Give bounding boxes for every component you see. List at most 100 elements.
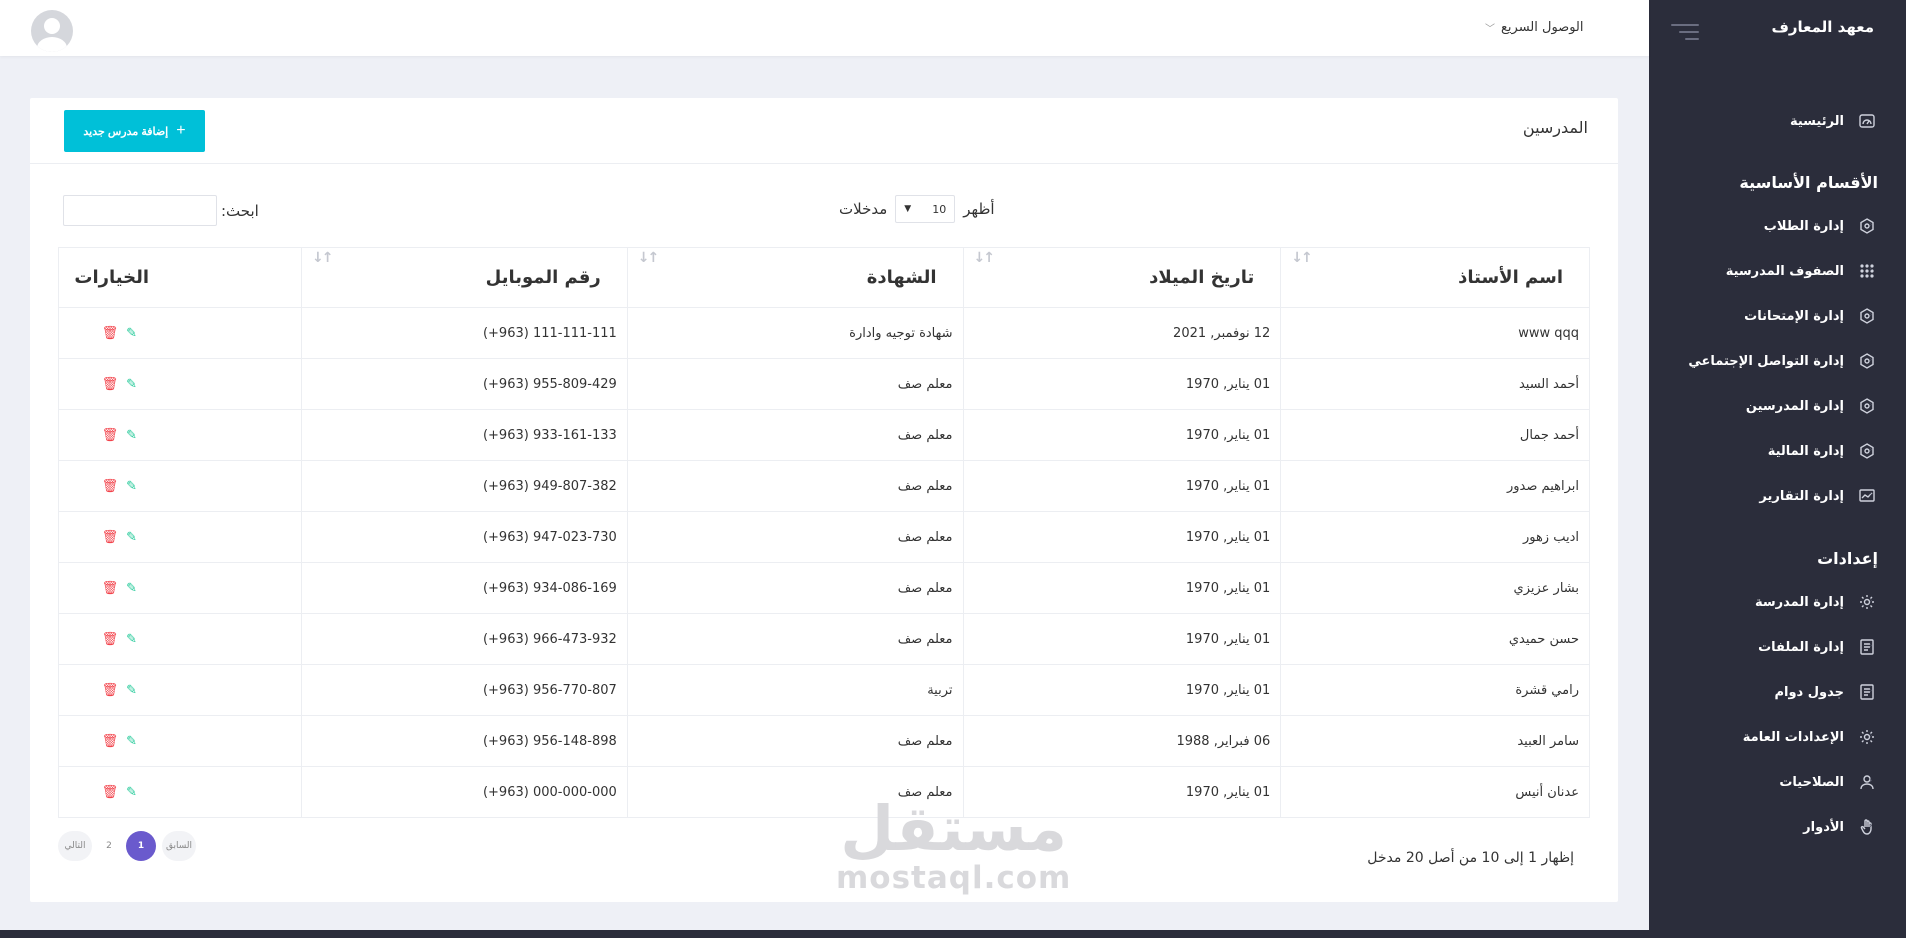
- edit-icon[interactable]: ✎: [126, 734, 137, 749]
- header-mobile[interactable]: رقم الموبايل ↑↓: [301, 247, 628, 308]
- header-options[interactable]: الخيارات: [57, 247, 303, 308]
- next-page-button[interactable]: التالي: [58, 831, 92, 861]
- chevron-icon: ‹: [1869, 355, 1873, 365]
- sidebar-item-main-2[interactable]: إدارة الإمتحانات: [1744, 303, 1876, 329]
- cell-name: اديب زهور: [1280, 511, 1590, 563]
- page-1-button[interactable]: 1: [126, 831, 156, 861]
- delete-icon[interactable]: 🗑: [102, 428, 119, 443]
- sidebar-item-settings-3[interactable]: الإعدادات العامة: [1743, 724, 1876, 750]
- cell-mobile: (+963) 956-148-898: [301, 715, 628, 767]
- cell-actions: 🗑 ✎: [57, 715, 303, 767]
- sidebar: معهد المعارف الرئيسية الأقسام الأساسية إ…: [1649, 0, 1906, 938]
- edit-icon[interactable]: ✎: [126, 377, 137, 392]
- hexagon-icon: [1858, 442, 1876, 460]
- search-control: ابحث:: [63, 195, 259, 226]
- sidebar-item-label: إدارة المدرسين: [1745, 398, 1844, 414]
- edit-icon[interactable]: ✎: [126, 785, 137, 800]
- sidebar-item-settings-4[interactable]: الصلاحيات: [1779, 769, 1876, 795]
- cell-mobile: (+963) 000-000-000: [301, 766, 628, 818]
- edit-icon[interactable]: ✎: [126, 581, 137, 596]
- edit-icon[interactable]: ✎: [126, 632, 137, 647]
- teachers-card: المدرسين + إضافة مدرس جديد أظهر 10 ▼ مدخ…: [30, 98, 1618, 902]
- cell-dob: 01 يناير, 1970: [962, 409, 1282, 461]
- cell-dob: 12 نوفمبر, 2021: [962, 307, 1282, 359]
- page-size-select[interactable]: 10 ▼: [895, 195, 956, 223]
- pagination: التالي 2 1 السابق: [58, 831, 196, 861]
- table-row: حسن حميدي 01 يناير, 1970 معلم صف (+963) 966…: [57, 613, 1590, 665]
- delete-icon[interactable]: 🗑: [102, 377, 119, 392]
- sort-icon: ↑↓: [637, 250, 660, 266]
- sidebar-item-main-4[interactable]: إدارة المدرسين: [1746, 393, 1876, 419]
- cell-actions: 🗑 ✎: [57, 460, 303, 512]
- cell-actions: 🗑 ✎: [57, 511, 303, 563]
- table-row: ابراهيم صدور 01 يناير, 1970 معلم صف (+963) …: [57, 460, 1590, 512]
- quick-access-dropdown[interactable]: الوصول السريع ﹀: [1485, 20, 1584, 35]
- sidebar-item-settings-1[interactable]: إدارة الملفات: [1758, 634, 1876, 660]
- search-input[interactable]: [63, 195, 217, 226]
- delete-icon[interactable]: 🗑: [102, 683, 119, 698]
- brand-name: معهد المعارف: [1771, 18, 1874, 36]
- top-bar: الوصول السريع ﹀: [0, 0, 1649, 56]
- table-row: أحمد السيد 01 يناير, 1970 معلم صف (+963) 95…: [57, 358, 1590, 410]
- cell-certificate: معلم صف: [626, 715, 964, 767]
- menu-toggle-icon[interactable]: [1671, 24, 1699, 42]
- cell-actions: 🗑 ✎: [57, 664, 303, 716]
- hexagon-icon: [1858, 307, 1876, 325]
- edit-icon[interactable]: ✎: [126, 326, 137, 341]
- prev-page-button[interactable]: السابق: [162, 831, 196, 861]
- edit-icon[interactable]: ✎: [126, 479, 137, 494]
- add-teacher-button[interactable]: + إضافة مدرس جديد: [64, 110, 205, 152]
- delete-icon[interactable]: 🗑: [102, 530, 119, 545]
- hexagon-icon: [1858, 217, 1876, 235]
- sidebar-item-settings-5[interactable]: الأدوار: [1803, 814, 1876, 840]
- bottom-bar: [0, 930, 1649, 938]
- sidebar-item-main-0[interactable]: إدارة الطلاب: [1764, 213, 1876, 239]
- section-main-heading: الأقسام الأساسية: [1739, 173, 1878, 192]
- chevron-icon: ‹: [1869, 310, 1873, 320]
- cell-name: حسن حميدي: [1280, 613, 1590, 665]
- table-row: رامي قشرة 01 يناير, 1970 تربية (+963) 956-7…: [57, 664, 1590, 716]
- header-dob[interactable]: تاريخ الميلاد ↑↓: [962, 247, 1282, 308]
- cell-mobile: (+963) 933-161-133: [301, 409, 628, 461]
- delete-icon[interactable]: 🗑: [102, 479, 119, 494]
- delete-icon[interactable]: 🗑: [102, 581, 119, 596]
- sidebar-item-main-6[interactable]: إدارة التقارير: [1759, 483, 1876, 509]
- edit-icon[interactable]: ✎: [126, 428, 137, 443]
- page-title: المدرسين: [1522, 118, 1588, 137]
- sidebar-item-settings-0[interactable]: إدارة المدرسة: [1755, 589, 1876, 615]
- sidebar-item-label: الرئيسية: [1789, 113, 1844, 129]
- document-icon: [1858, 638, 1876, 656]
- sidebar-item-settings-2[interactable]: جدول دوام: [1774, 679, 1876, 705]
- sidebar-item-main-5[interactable]: إدارة المالية: [1768, 438, 1876, 464]
- dashboard-icon: [1858, 112, 1876, 130]
- chevron-icon: ‹: [1869, 686, 1873, 696]
- cell-actions: 🗑 ✎: [57, 358, 303, 410]
- entries-label: مدخلات: [839, 200, 888, 218]
- sidebar-item-label: إدارة الإمتحانات: [1744, 308, 1844, 324]
- cell-actions: 🗑 ✎: [57, 307, 303, 359]
- delete-icon[interactable]: 🗑: [102, 326, 119, 341]
- grid-icon: [1858, 262, 1876, 280]
- header-certificate[interactable]: الشهادة ↑↓: [626, 247, 964, 308]
- cell-dob: 01 يناير, 1970: [962, 511, 1282, 563]
- cell-dob: 01 يناير, 1970: [962, 460, 1282, 512]
- cell-name: ابراهيم صدور: [1280, 460, 1590, 512]
- sidebar-item-main-1[interactable]: الصفوف المدرسية: [1726, 258, 1876, 284]
- sidebar-item-label: جدول دوام: [1774, 684, 1844, 700]
- table-row: www qqq 12 نوفمبر, 2021 شهادة توجيه وادارة…: [57, 307, 1590, 359]
- sidebar-item-main-3[interactable]: إدارة التواصل الإجتماعي: [1688, 348, 1876, 374]
- header-name[interactable]: اسم الأستاذ ↑↓: [1280, 247, 1590, 308]
- edit-icon[interactable]: ✎: [126, 683, 137, 698]
- cell-name: أحمد جمال: [1280, 409, 1590, 461]
- chart-icon: [1858, 487, 1876, 505]
- sidebar-item-home[interactable]: الرئيسية: [1790, 108, 1876, 134]
- page-2-button[interactable]: 2: [98, 831, 120, 861]
- watermark-latin: mostaql.com: [836, 860, 1072, 896]
- edit-icon[interactable]: ✎: [126, 530, 137, 545]
- delete-icon[interactable]: 🗑: [102, 734, 119, 749]
- delete-icon[interactable]: 🗑: [102, 785, 119, 800]
- delete-icon[interactable]: 🗑: [102, 632, 119, 647]
- sidebar-item-label: الإعدادات العامة: [1742, 729, 1844, 745]
- avatar[interactable]: [31, 10, 73, 52]
- sort-icon: ↑↓: [312, 250, 334, 266]
